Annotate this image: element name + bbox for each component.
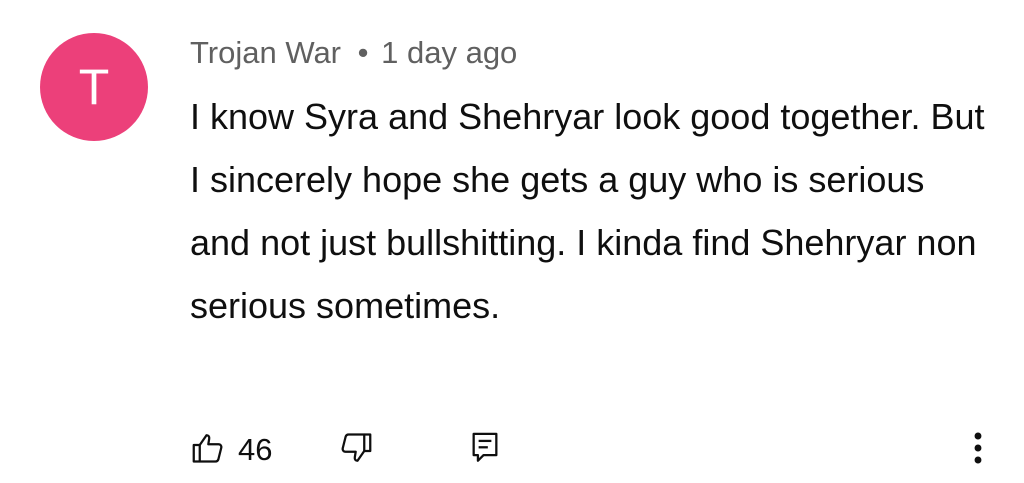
reply-button[interactable] xyxy=(470,425,500,475)
comment-meta: Trojan War • 1 day ago xyxy=(190,32,517,74)
more-vertical-icon xyxy=(973,430,983,471)
like-count: 46 xyxy=(238,432,273,467)
comment-text: I know Syra and Shehryar look good toget… xyxy=(190,96,985,326)
reply-comment-icon xyxy=(470,431,500,470)
avatar[interactable]: T xyxy=(40,33,148,141)
more-options-button[interactable] xyxy=(968,425,988,475)
dislike-button[interactable] xyxy=(338,425,374,475)
thumbs-down-icon xyxy=(338,430,374,471)
avatar-letter: T xyxy=(78,59,110,115)
like-button[interactable]: 46 xyxy=(190,425,272,475)
author-name[interactable]: Trojan War xyxy=(190,35,341,70)
comment-timestamp[interactable]: 1 day ago xyxy=(381,35,517,70)
comment-actions: 46 xyxy=(190,425,1000,475)
meta-separator: • xyxy=(357,35,369,70)
thumbs-up-icon xyxy=(190,430,226,471)
